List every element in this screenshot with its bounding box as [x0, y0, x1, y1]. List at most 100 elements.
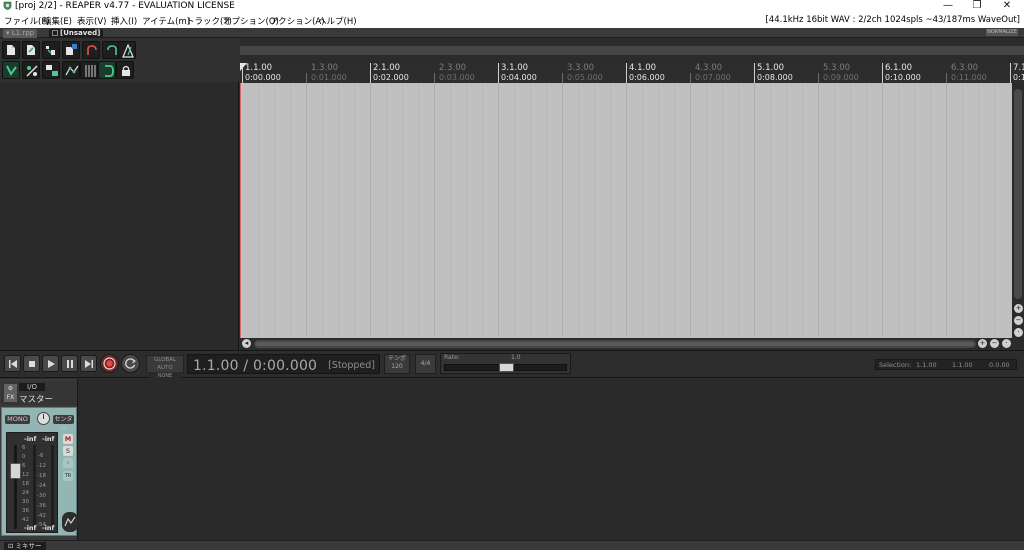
menu-view[interactable]: 表示(V) [77, 15, 106, 27]
selection-display[interactable]: Selection: 1.1.00 1.1.00 0.0.00 [875, 359, 1017, 370]
tab-project-l1[interactable]: ▾ L1.rpp [3, 29, 38, 38]
pan-value[interactable]: センター [53, 415, 74, 432]
repeat-icon [125, 358, 136, 369]
selection-length[interactable]: 0.0.00 [989, 361, 1010, 369]
play-icon[interactable] [42, 355, 59, 372]
menu-edit[interactable]: 編集(E) [43, 15, 72, 27]
project-settings-icon[interactable] [62, 41, 80, 59]
pan-knob[interactable] [37, 412, 50, 425]
volume-fader-thumb[interactable] [10, 463, 21, 479]
bottom-peak-right[interactable]: -inf [42, 524, 54, 532]
minimize-button[interactable]: — [934, 0, 962, 13]
playrate-control[interactable]: Rate: 1.0 [440, 353, 571, 374]
ruler-time-label: 0:06.000 [629, 73, 665, 82]
new-project-icon[interactable] [2, 41, 20, 59]
pause-icon[interactable] [61, 355, 78, 372]
peak-right[interactable]: -inf [42, 435, 54, 443]
global-automation-button[interactable]: GLOBAL AUTO NONE [146, 355, 184, 380]
selection-end[interactable]: 1.1.00 [952, 361, 973, 369]
horizontal-scrollbar[interactable]: ◂ + − · [240, 338, 1024, 350]
ruler-bar-label: 2.3.00 [439, 63, 467, 73]
horizontal-scroll-track[interactable] [254, 340, 976, 348]
normalize-button[interactable]: NORMALIZE [986, 29, 1018, 36]
tab-project-unsaved[interactable]: [Unsaved] [49, 29, 104, 38]
arrange-view[interactable] [240, 83, 1012, 338]
ruler-time-label: 0:08.000 [757, 73, 793, 82]
go-to-start-icon[interactable] [4, 355, 21, 372]
grid-line [690, 83, 691, 338]
bottom-peak-left[interactable]: -inf [24, 524, 36, 532]
open-project-icon[interactable] [22, 41, 40, 59]
volume-fader-track[interactable] [14, 445, 17, 529]
lock-icon[interactable] [116, 61, 134, 79]
grid-line [898, 83, 899, 338]
envelope-icon [64, 516, 76, 527]
region-marker-lane[interactable] [240, 46, 1024, 55]
peak-left[interactable]: -inf [24, 435, 36, 443]
restore-button[interactable]: ❐ [963, 0, 991, 13]
horizontal-scroll-thumb[interactable] [256, 342, 974, 346]
io-button[interactable]: I/O [19, 383, 45, 391]
fader-scale-label: 6 [22, 445, 26, 451]
item-grouping-icon[interactable] [42, 61, 60, 79]
mono-button[interactable]: MONO [5, 415, 30, 424]
close-button[interactable]: ✕ [993, 0, 1021, 13]
fader-scale-label: 18 [22, 481, 29, 487]
grid-line [866, 83, 867, 338]
tab-close-icon[interactable] [52, 30, 58, 36]
vertical-scrollbar[interactable]: + − · [1012, 83, 1024, 338]
grid-line [802, 83, 803, 338]
track-control-panel[interactable] [0, 82, 239, 350]
go-to-end-icon[interactable] [80, 355, 97, 372]
fx-button[interactable]: ⚙ FX [4, 384, 17, 402]
save-project-icon[interactable] [42, 41, 60, 59]
audio-device-status[interactable]: [44.1kHz 16bit WAV : 2/2ch 1024spls ~43/… [765, 15, 1020, 25]
tempo-box[interactable]: テンポ 120 [384, 354, 410, 374]
vertical-scroll-thumb[interactable] [1014, 89, 1022, 299]
position-display[interactable]: 1.1.00 / 0:00.000 [Stopped] [187, 354, 380, 374]
envelope-button[interactable] [62, 512, 78, 532]
grid-line [914, 83, 915, 338]
ripple-edit-icon[interactable] [22, 61, 40, 79]
undo-icon[interactable] [82, 41, 100, 59]
snap-icon[interactable] [2, 61, 20, 79]
metronome-icon[interactable] [118, 41, 136, 59]
grid-line [658, 83, 659, 338]
repeat-toggle-button[interactable] [121, 354, 140, 373]
timeline-ruler[interactable]: 1.1.00 0:00.000 1.3.00 0:01.000 2.1.00 0:02.0… [240, 63, 1024, 83]
grid-icon[interactable] [80, 61, 98, 79]
menu-help[interactable]: ヘルプ(H) [318, 15, 357, 27]
loop-icon[interactable] [98, 61, 116, 79]
selection-start[interactable]: 1.1.00 [916, 361, 937, 369]
route-button[interactable]: ◦ [63, 458, 73, 468]
docker-tab-strip: ⊡ ミキサー [0, 540, 1024, 550]
grid-line [850, 83, 851, 338]
mute-button[interactable]: M [63, 434, 73, 444]
stop-icon[interactable] [23, 355, 40, 372]
fader-scale-label: 24 [22, 490, 29, 496]
ruler-bar-label: 3.3.00 [567, 63, 595, 73]
rate-slider-thumb[interactable] [498, 363, 514, 372]
zoom-in-vertical-button[interactable]: + [1014, 304, 1023, 313]
record-button[interactable] [100, 354, 119, 373]
zoom-out-horizontal-button[interactable]: − [990, 339, 999, 348]
menu-insert[interactable]: 挿入(I) [111, 15, 137, 27]
zoom-in-horizontal-button[interactable]: + [978, 339, 987, 348]
zoom-out-vertical-button[interactable]: − [1014, 316, 1023, 325]
zoom-fit-horizontal-button[interactable]: · [1002, 339, 1011, 348]
fader-scale-label: 42 [22, 517, 29, 523]
grid-line [338, 83, 339, 338]
play-cursor-marker-icon[interactable] [240, 63, 247, 71]
envelope-points-icon[interactable] [62, 61, 80, 79]
trim-envelope-button[interactable]: TR [63, 471, 73, 481]
zoom-fit-vertical-button[interactable]: · [1014, 328, 1023, 337]
menu-item[interactable]: アイテム(m) [142, 15, 190, 27]
scroll-left-button[interactable]: ◂ [242, 339, 251, 348]
solo-button[interactable]: S [63, 446, 73, 456]
tab-mixer[interactable]: ⊡ ミキサー [4, 542, 46, 550]
menu-actions[interactable]: アクション(A) [270, 15, 325, 27]
grid-line [370, 83, 371, 338]
time-signature-box[interactable]: 4/4 [415, 354, 436, 374]
meter-scale-label: -6 [38, 453, 44, 459]
meter-scale-label: -24 [37, 483, 46, 489]
